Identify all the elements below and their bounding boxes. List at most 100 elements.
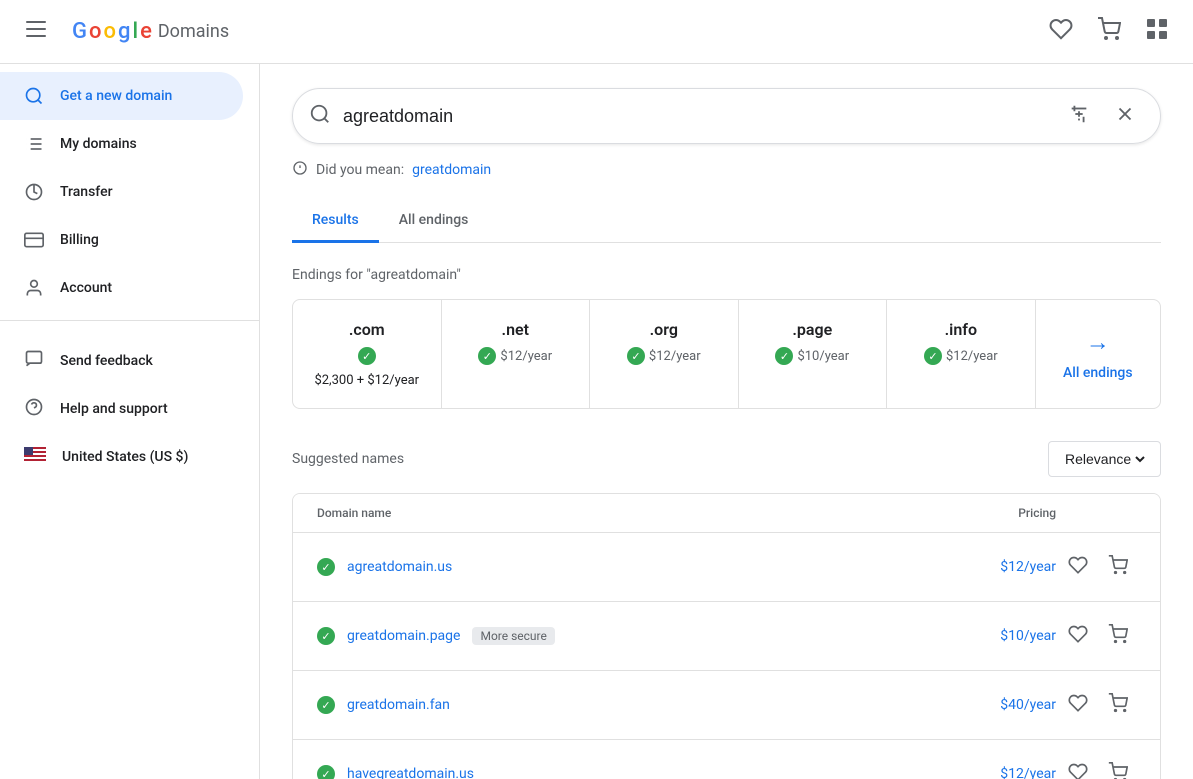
sidebar-item-billing[interactable]: Billing [0,216,243,264]
sidebar-item-label: Transfer [60,184,113,200]
all-endings-label: All endings [1063,365,1133,381]
domain-row-name: ✓ greatdomain.page More secure [317,627,936,645]
arrow-right-icon: → [1086,328,1110,357]
main-content: Did you mean: greatdomain Results All en… [260,64,1193,779]
col-header-name: Domain name [317,506,936,520]
ending-ext: .org [650,320,678,339]
cart-icon [1108,624,1128,649]
sidebar-item-locale[interactable]: United States (US $) [24,433,235,481]
sidebar-footer-label: United States (US $) [62,449,188,465]
filter-icon[interactable] [1060,95,1098,138]
domain-row-price: $10/year [936,628,1056,644]
table-row[interactable]: ✓ agreatdomain.us $12/year [293,533,1160,602]
wishlist-add-button[interactable] [1060,549,1096,585]
table-row[interactable]: ✓ havegreatdomain.us $12/year [293,740,1160,779]
hamburger-icon [26,20,46,43]
sidebar-item-label: Get a new domain [60,88,172,104]
domain-row-actions [1056,549,1136,585]
cart-add-button[interactable] [1100,687,1136,723]
suggestion-link[interactable]: greatdomain [412,162,491,178]
heart-icon [1049,17,1073,47]
ending-card-info[interactable]: .info ✓ $12/year [887,300,1036,408]
cart-button[interactable] [1089,12,1129,52]
heart-icon [1068,762,1088,779]
topbar-left: Google Domains [16,12,229,52]
ending-card-all-endings[interactable]: → All endings [1036,300,1160,408]
sidebar-item-my-domains[interactable]: My domains [0,120,243,168]
help-icon [24,397,44,421]
sort-dropdown-container[interactable]: Relevance [1048,441,1161,477]
domain-name: havegreatdomain.us [347,766,474,779]
domain-name: greatdomain.page [347,628,460,644]
cart-icon [1108,693,1128,718]
feedback-icon [24,349,44,373]
clear-icon[interactable] [1106,95,1144,138]
tabs: Results All endings [292,200,1161,243]
sidebar-footer-label: Send feedback [60,353,153,369]
ending-card-net[interactable]: .net ✓ $12/year [442,300,591,408]
sidebar-item-label: Account [60,280,112,296]
sidebar-footer-label: Help and support [60,401,168,417]
ending-price: $2,300 + $12/year [314,373,419,388]
wishlist-add-button[interactable] [1060,756,1096,779]
ending-ext: .net [502,320,529,339]
domain-row-price: $12/year [936,559,1056,575]
wishlist-add-button[interactable] [1060,618,1096,654]
search-bar-icon [309,103,331,130]
logo-domains-text: Domains [158,21,229,42]
domain-table: Domain name Pricing ✓ agreatdomain.us $1… [292,493,1161,779]
domain-row-name: ✓ greatdomain.fan [317,696,936,714]
domain-row-name: ✓ agreatdomain.us [317,558,936,576]
search-input[interactable] [343,106,1060,127]
suggested-title: Suggested names [292,451,404,467]
domain-row-actions [1056,756,1136,779]
available-check: ✓ [478,347,496,365]
suggested-names-section: Suggested names Relevance Domain name Pr… [292,441,1161,779]
apps-button[interactable] [1137,12,1177,52]
cart-add-button[interactable] [1100,549,1136,585]
ending-card-org[interactable]: .org ✓ $12/year [590,300,739,408]
ending-ext: .info [945,320,977,339]
sort-select[interactable]: Relevance [1061,450,1148,468]
col-header-price: Pricing [936,506,1056,520]
tab-all-endings[interactable]: All endings [379,200,489,243]
tab-results[interactable]: Results [292,200,379,243]
domain-row-price: $12/year [936,766,1056,779]
table-row[interactable]: ✓ greatdomain.page More secure $10/year [293,602,1160,671]
google-logo[interactable]: Google Domains [72,19,229,44]
table-row[interactable]: ✓ greatdomain.fan $40/year [293,671,1160,740]
wishlist-add-button[interactable] [1060,687,1096,723]
cart-add-button[interactable] [1100,756,1136,779]
sidebar-item-send-feedback[interactable]: Send feedback [24,337,235,385]
domain-row-actions [1056,618,1136,654]
ending-price: ✓ $12/year [478,347,552,365]
sidebar-item-get-new-domain[interactable]: Get a new domain [0,72,243,120]
more-secure-badge: More secure [472,627,554,645]
heart-icon [1068,693,1088,718]
billing-icon [24,230,44,250]
ending-card-com[interactable]: .com ✓ $2,300 + $12/year [293,300,442,408]
endings-section-title: Endings for "agreatdomain" [292,267,1161,283]
domain-table-header: Domain name Pricing [293,494,1160,533]
domain-name: agreatdomain.us [347,559,452,575]
sidebar-item-help-support[interactable]: Help and support [24,385,235,433]
ending-ext: .com [349,320,385,339]
transfer-icon [24,182,44,202]
ending-card-page[interactable]: .page ✓ $10/year [739,300,888,408]
cart-icon [1097,17,1121,47]
cart-icon [1108,555,1128,580]
cart-add-button[interactable] [1100,618,1136,654]
available-check: ✓ [317,558,335,576]
available-check: ✓ [775,347,793,365]
sidebar-item-transfer[interactable]: Transfer [0,168,243,216]
search-icon [24,86,44,106]
menu-button[interactable] [16,12,56,52]
wishlist-button[interactable] [1041,12,1081,52]
sidebar-divider [0,320,259,321]
endings-grid: .com ✓ $2,300 + $12/year .net ✓ $12/year [292,299,1161,409]
ending-ext: .page [792,320,832,339]
topbar: Google Domains [0,0,1193,64]
ending-price: ✓ $12/year [924,347,998,365]
ending-price: ✓ $12/year [627,347,701,365]
sidebar-item-account[interactable]: Account [0,264,243,312]
